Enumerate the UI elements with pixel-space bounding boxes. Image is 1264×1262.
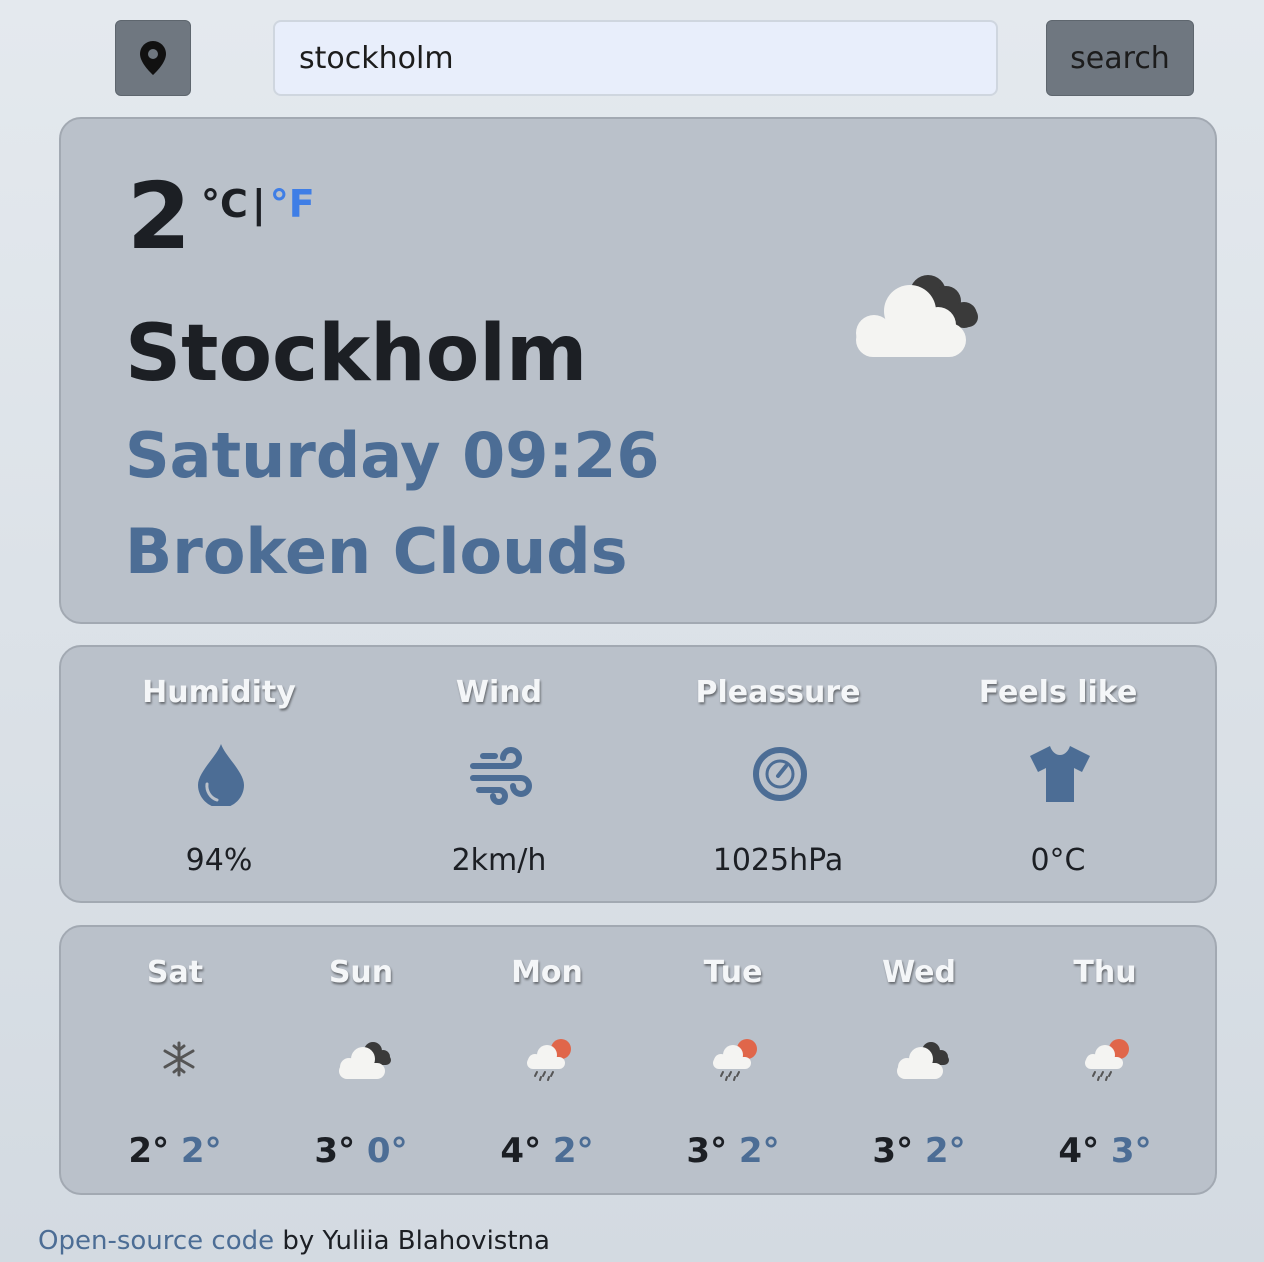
day-name: Tue <box>703 955 763 990</box>
footer: Open-source code by Yuliia Blahovistna <box>38 1226 550 1256</box>
wind-detail: Wind 2km/h <box>379 647 619 905</box>
broken-clouds-icon <box>339 1042 391 1079</box>
temp-min: 2° <box>180 1131 222 1171</box>
date-time: Saturday 09:26 <box>125 419 660 492</box>
search-bar: search <box>0 0 1264 110</box>
detail-title: Humidity <box>142 675 296 710</box>
temp-min: 2° <box>924 1131 966 1171</box>
pressure-detail: Pleassure 1025hPa <box>658 647 898 905</box>
fahrenheit-link[interactable]: °F <box>270 182 315 226</box>
temp-max: 4° <box>500 1131 542 1171</box>
day-name: Mon <box>511 955 583 990</box>
rain-sun-icon <box>1085 1039 1129 1081</box>
temp-max: 3° <box>686 1131 728 1171</box>
day-temps: 3° 0° <box>281 1131 441 1171</box>
gauge-icon <box>753 747 807 801</box>
broken-clouds-icon <box>856 275 978 357</box>
detail-title: Feels like <box>978 675 1138 710</box>
day-name: Sun <box>328 955 394 990</box>
day-temps: 3° 2° <box>839 1131 999 1171</box>
detail-value: 0°C <box>1030 843 1086 878</box>
temp-max: 2° <box>128 1131 170 1171</box>
rain-sun-icon <box>713 1039 757 1081</box>
day-name: Wed <box>882 955 956 990</box>
day-temps: 4° 3° <box>1025 1131 1185 1171</box>
detail-title: Pleassure <box>695 675 861 710</box>
forecast-card: Sat 2° 2° Sun 3° 0° Mon 4° 2° Tue 3° 2° … <box>59 925 1217 1195</box>
day-name: Sat <box>146 955 204 990</box>
temp-min: 2° <box>738 1131 780 1171</box>
search-button[interactable]: search <box>1046 20 1194 96</box>
temp-min: 3° <box>1110 1131 1152 1171</box>
map-pin-icon <box>140 41 166 75</box>
celsius-unit[interactable]: °C <box>201 182 248 226</box>
weather-details-card: Humidity 94% Wind 2km/h Pleassure 1025hP… <box>59 645 1217 903</box>
detail-title: Wind <box>455 675 543 710</box>
temp-min: 2° <box>552 1131 594 1171</box>
forecast-day-tue: Tue 3° 2° <box>653 927 813 1197</box>
unit-toggle: °C | °F <box>201 185 315 223</box>
tshirt-icon <box>1030 746 1090 802</box>
forecast-day-mon: Mon 4° 2° <box>467 927 627 1197</box>
temp-max: 4° <box>1058 1131 1100 1171</box>
day-temps: 2° 2° <box>95 1131 255 1171</box>
day-temps: 3° 2° <box>653 1131 813 1171</box>
temp-max: 3° <box>314 1131 356 1171</box>
detail-value: 94% <box>185 843 253 878</box>
broken-clouds-icon <box>897 1042 949 1079</box>
temp-min: 0° <box>366 1131 408 1171</box>
feels-like-detail: Feels like 0°C <box>938 647 1178 905</box>
wind-icon <box>470 747 532 805</box>
current-weather-card: 2 °C | °F Stockholm Saturday 09:26 Broken … <box>59 117 1217 624</box>
snow-icon <box>163 1041 195 1077</box>
day-temps: 4° 2° <box>467 1131 627 1171</box>
current-temperature: 2 <box>127 163 192 270</box>
footer-author: by Yuliia Blahovistna <box>274 1226 550 1256</box>
detail-value: 1025hPa <box>712 843 844 878</box>
forecast-day-sun: Sun 3° 0° <box>281 927 441 1197</box>
day-name: Thu <box>1073 955 1137 990</box>
temp-max: 3° <box>872 1131 914 1171</box>
location-button[interactable] <box>115 20 191 96</box>
search-input[interactable] <box>273 20 998 96</box>
source-code-link[interactable]: Open-source code <box>38 1226 274 1256</box>
detail-value: 2km/h <box>451 843 547 878</box>
humidity-detail: Humidity 94% <box>99 647 339 905</box>
droplet-icon <box>198 744 244 806</box>
forecast-day-sat: Sat 2° 2° <box>95 927 255 1197</box>
rain-sun-icon <box>527 1039 571 1081</box>
unit-separator: | <box>251 182 266 226</box>
forecast-day-wed: Wed 3° 2° <box>839 927 999 1197</box>
weather-description: Broken Clouds <box>125 515 628 588</box>
city-name: Stockholm <box>125 309 588 399</box>
forecast-day-thu: Thu 4° 3° <box>1025 927 1185 1197</box>
